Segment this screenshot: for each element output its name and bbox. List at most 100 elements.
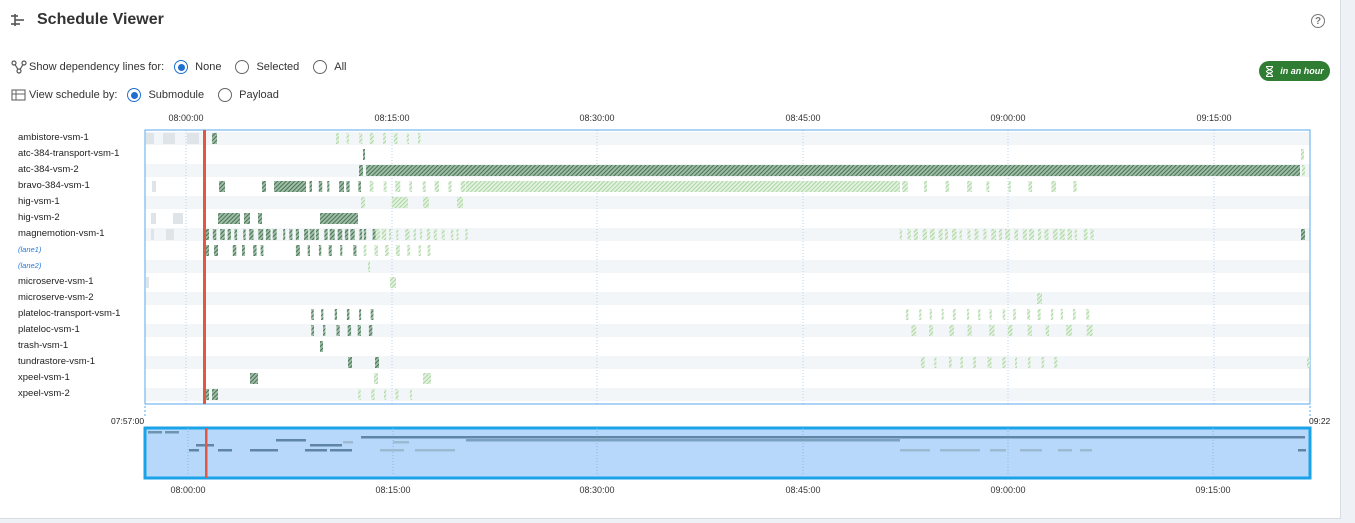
schedule-bar (381, 229, 387, 240)
gantt-chart[interactable] (0, 0, 1340, 519)
schedule-bar (1054, 357, 1058, 368)
schedule-bar (363, 245, 367, 256)
schedule-bar (371, 389, 375, 400)
schedule-bar (353, 245, 357, 256)
schedule-bar (234, 229, 238, 240)
schedule-bar (368, 325, 373, 336)
schedule-bar (423, 197, 429, 208)
schedule-bar (152, 181, 156, 192)
schedule-bar (959, 229, 962, 240)
schedule-bar (315, 229, 319, 240)
schedule-bar (967, 309, 970, 320)
schedule-bar (460, 181, 466, 192)
range-start-label: 07:57:00 (111, 416, 145, 426)
schedule-bar (311, 325, 315, 336)
schedule-bar (919, 309, 922, 320)
schedule-bar (339, 181, 345, 192)
schedule-bar (1307, 357, 1310, 368)
schedule-viewer-panel: Schedule Viewer ? Show dependency lines … (0, 0, 1341, 519)
schedule-bar (370, 309, 374, 320)
schedule-bar (967, 181, 972, 192)
schedule-bar (335, 133, 340, 144)
schedule-bar (359, 133, 363, 144)
schedule-bar (347, 325, 352, 336)
schedule-bar (1022, 229, 1027, 240)
schedule-bar (1086, 309, 1090, 320)
schedule-bar (905, 309, 909, 320)
row-background (145, 372, 1310, 385)
schedule-bar (413, 229, 416, 240)
schedule-bar (320, 341, 323, 352)
schedule-bar (929, 325, 934, 336)
schedule-bar (334, 309, 338, 320)
overview-bar (276, 439, 306, 442)
schedule-bar (151, 213, 156, 224)
schedule-bar (393, 133, 398, 144)
schedule-bar (456, 229, 459, 240)
schedule-bar (318, 245, 322, 256)
current-time-marker (203, 130, 206, 404)
overview-bar (189, 449, 199, 452)
schedule-bar (1008, 181, 1011, 192)
row-background (145, 148, 1310, 161)
schedule-bar (1059, 229, 1065, 240)
schedule-bar (163, 133, 175, 144)
schedule-bar (385, 245, 389, 256)
schedule-bar (1002, 309, 1006, 320)
schedule-bar (929, 229, 935, 240)
schedule-bar (911, 325, 917, 336)
schedule-bar (359, 309, 362, 320)
row-background (145, 292, 1310, 305)
schedule-bar (974, 229, 979, 240)
schedule-bar (232, 245, 237, 256)
schedule-bar (375, 357, 379, 368)
schedule-bar (151, 229, 154, 240)
overview-selection[interactable] (143, 426, 1312, 480)
row-background (145, 356, 1310, 369)
overview-bar (940, 449, 980, 452)
row-background (145, 276, 1310, 289)
schedule-bar (922, 229, 927, 240)
schedule-bar (427, 245, 431, 256)
schedule-bar (1083, 229, 1088, 240)
overview-bar (218, 449, 232, 452)
schedule-bar (1073, 181, 1077, 192)
schedule-bar (249, 229, 254, 240)
overview-bar (466, 439, 900, 442)
schedule-bar (913, 229, 918, 240)
schedule-bar (422, 181, 426, 192)
schedule-bar (337, 229, 343, 240)
overview-bar (165, 431, 179, 434)
schedule-bar (344, 229, 349, 240)
schedule-bar (1066, 325, 1072, 336)
schedule-bar (1027, 309, 1031, 320)
schedule-bar (907, 229, 911, 240)
schedule-bar (1045, 325, 1050, 336)
schedule-bar (417, 133, 421, 144)
schedule-bar (941, 309, 944, 320)
schedule-bar (1041, 357, 1045, 368)
schedule-bar (283, 229, 286, 240)
schedule-bar (348, 357, 352, 368)
schedule-bar (1301, 149, 1304, 160)
schedule-bar (423, 373, 431, 384)
schedule-bar (973, 357, 976, 368)
schedule-bar (346, 181, 350, 192)
schedule-bar (1014, 229, 1018, 240)
schedule-bar (1060, 309, 1063, 320)
schedule-bar (967, 229, 971, 240)
schedule-bar (329, 229, 335, 240)
schedule-bar (920, 357, 925, 368)
schedule-bar (983, 229, 987, 240)
schedule-bar (219, 181, 225, 192)
overview-bar (310, 444, 342, 447)
overview-bar (1298, 449, 1306, 452)
overview-bar (330, 449, 352, 452)
schedule-bar (359, 165, 363, 176)
schedule-bar (1302, 165, 1305, 176)
row-background (145, 212, 1310, 225)
schedule-bar (989, 325, 995, 336)
schedule-bar (318, 181, 323, 192)
schedule-bar (441, 229, 445, 240)
schedule-bar (212, 133, 217, 144)
